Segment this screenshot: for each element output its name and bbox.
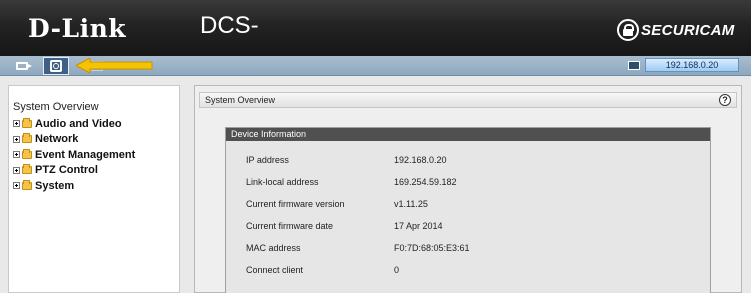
model-name: DCS-: [200, 12, 259, 39]
nav-item-ptz-control[interactable]: PTZ Control: [13, 163, 135, 179]
nav-item-label: PTZ Control: [35, 164, 98, 177]
info-value: 169.254.59.182: [394, 177, 457, 187]
main-content-panel: System Overview ? Device Information IP …: [194, 85, 742, 293]
app-window: D-Link DCS- SECURICAM 192.168.0.20 Syste…: [0, 0, 751, 293]
expand-icon[interactable]: [13, 166, 20, 174]
info-row: MAC address F0:7D:68:05:E3:61: [226, 243, 710, 257]
brand-logo: D-Link: [28, 14, 127, 43]
nav-title[interactable]: System Overview: [13, 101, 99, 113]
info-label: IP address: [246, 155, 289, 165]
nav-item-network[interactable]: Network: [13, 132, 135, 148]
info-value: F0:7D:68:05:E3:61: [394, 243, 470, 253]
folder-icon: [22, 164, 32, 175]
expand-icon[interactable]: [13, 182, 20, 190]
expand-icon[interactable]: [13, 135, 20, 143]
info-value: 17 Apr 2014: [394, 221, 443, 231]
info-label: Link-local address: [246, 177, 319, 187]
monitor-icon: [628, 61, 640, 70]
info-row: Current firmware date 17 Apr 2014: [226, 221, 710, 235]
setup-tab[interactable]: [43, 57, 69, 75]
nav-item-system[interactable]: System: [13, 178, 135, 194]
section-title: System Overview: [205, 95, 276, 105]
setup-icon: [50, 60, 62, 72]
securicam-text: SECURICAM: [641, 21, 735, 39]
nav-item-audio-video[interactable]: Audio and Video: [13, 116, 135, 132]
pointer-arrow-icon: [76, 58, 153, 73]
info-value: 0: [394, 265, 400, 275]
nav-item-label: Audio and Video: [35, 117, 122, 130]
info-row: IP address 192.168.0.20: [226, 155, 710, 169]
left-nav-panel: System Overview Audio and Video Network …: [8, 85, 180, 293]
device-information-box: Device Information IP address 192.168.0.…: [225, 127, 711, 293]
folder-icon: [22, 148, 32, 159]
info-label: Current firmware version: [246, 199, 345, 209]
info-row: Link-local address 169.254.59.182: [226, 177, 710, 191]
folder-icon: [22, 117, 32, 128]
expand-icon[interactable]: [13, 151, 20, 159]
nav-tree: Audio and Video Network Event Management…: [13, 116, 135, 194]
section-header: System Overview ?: [199, 92, 737, 108]
info-label: Connect client: [246, 265, 304, 275]
help-icon[interactable]: ?: [719, 94, 731, 106]
device-info-title: Device Information: [226, 128, 710, 141]
info-row: Current firmware version v1.11.25: [226, 199, 710, 213]
securicam-logo: SECURICAM: [617, 18, 735, 42]
nav-item-label: System: [35, 179, 75, 192]
info-value: 192.168.0.20: [394, 155, 447, 165]
nav-item-label: Network: [35, 133, 79, 146]
info-label: MAC address: [246, 243, 301, 253]
nav-item-label: Event Management: [35, 148, 136, 161]
expand-icon[interactable]: [13, 120, 20, 128]
folder-icon: [22, 133, 32, 144]
ip-address-display: 192.168.0.20: [645, 58, 739, 72]
lock-icon: [617, 19, 639, 41]
info-row: Connect client 0: [226, 265, 710, 279]
nav-item-event-management[interactable]: Event Management: [13, 147, 135, 163]
info-label: Current firmware date: [246, 221, 334, 231]
header-bar: D-Link DCS- SECURICAM: [0, 0, 751, 56]
folder-icon: [22, 179, 32, 190]
live-video-tab[interactable]: [9, 57, 35, 75]
info-value: v1.11.25: [394, 199, 428, 209]
camera-icon: [16, 62, 32, 70]
